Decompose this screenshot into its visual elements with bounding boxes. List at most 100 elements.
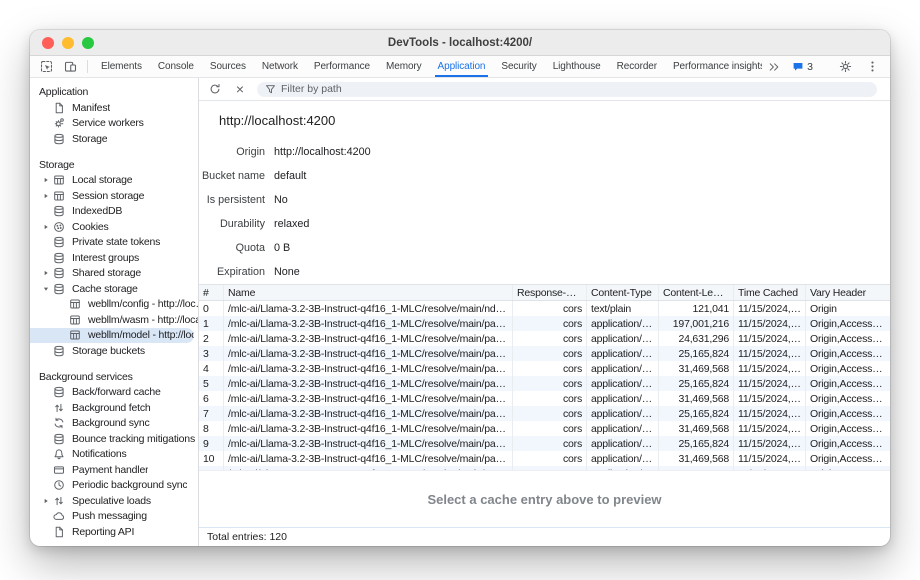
- cell-: 7: [199, 406, 224, 421]
- column-header-content-length[interactable]: Content-Length: [659, 285, 734, 300]
- tab-memory[interactable]: Memory: [378, 56, 430, 77]
- tab-performance-insights[interactable]: Performance insights: [665, 56, 762, 77]
- table-row[interactable]: 7/mlc-ai/Llama-3.2-3B-Instruct-q4f16_1-M…: [199, 406, 890, 421]
- sidebar-item-local-storage[interactable]: Local storage: [30, 173, 198, 189]
- column-header-response-type[interactable]: Response-Type: [513, 285, 587, 300]
- sidebar-item-reporting-api[interactable]: Reporting API: [30, 524, 198, 540]
- table-row[interactable]: 6/mlc-ai/Llama-3.2-3B-Instruct-q4f16_1-M…: [199, 391, 890, 406]
- cell-response-type: cors: [513, 451, 587, 466]
- tab-recorder[interactable]: Recorder: [609, 56, 665, 77]
- more-tabs-button[interactable]: [762, 61, 786, 73]
- cell-text: cors: [563, 438, 582, 450]
- field-value: None: [274, 266, 300, 278]
- expand-arrow-icon[interactable]: [39, 176, 52, 184]
- expand-arrow-icon[interactable]: [39, 285, 52, 293]
- cell-text: 121,041: [692, 303, 729, 315]
- sidebar-item-manifest[interactable]: Manifest: [30, 100, 198, 116]
- table-row[interactable]: 9/mlc-ai/Llama-3.2-3B-Instruct-q4f16_1-M…: [199, 436, 890, 451]
- sidebar-item-notifications[interactable]: Notifications: [30, 447, 198, 463]
- expand-arrow-icon[interactable]: [39, 497, 52, 505]
- column-header-time-cached[interactable]: Time Cached: [734, 285, 806, 300]
- cell-vary-header: Origin,Access…: [806, 346, 890, 361]
- sidebar-item-push-messaging[interactable]: Push messaging: [30, 509, 198, 525]
- table-row[interactable]: 8/mlc-ai/Llama-3.2-3B-Instruct-q4f16_1-M…: [199, 421, 890, 436]
- expand-arrow-icon[interactable]: [39, 223, 52, 231]
- tab-lighthouse[interactable]: Lighthouse: [545, 56, 609, 77]
- sidebar-item-webllm-config-http-loc[interactable]: webllm/config - http://loc…: [30, 297, 198, 313]
- issues-button[interactable]: 3: [789, 61, 816, 73]
- sidebar-item-cache-storage[interactable]: Cache storage: [30, 281, 198, 297]
- sidebar-item-payment-handler[interactable]: Payment handler: [30, 462, 198, 478]
- sidebar-item-bounce-tracking-mitigations[interactable]: Bounce tracking mitigations: [30, 431, 198, 447]
- maximize-window-button[interactable]: [82, 37, 94, 49]
- tab-console[interactable]: Console: [150, 56, 202, 77]
- expand-arrow-icon[interactable]: [39, 269, 52, 277]
- tab-elements[interactable]: Elements: [93, 56, 150, 77]
- cell-text: application/oc…: [591, 363, 654, 375]
- window-titlebar[interactable]: DevTools - localhost:4200/: [30, 30, 890, 56]
- sidebar-item-private-state-tokens[interactable]: Private state tokens: [30, 235, 198, 251]
- sidebar-item-indexeddb[interactable]: IndexedDB: [30, 204, 198, 220]
- sidebar-item-periodic-background-sync[interactable]: Periodic background sync: [30, 478, 198, 494]
- table-row[interactable]: 2/mlc-ai/Llama-3.2-3B-Instruct-q4f16_1-M…: [199, 331, 890, 346]
- column-header-label: Time Cached: [738, 287, 798, 299]
- tab-application[interactable]: Application: [430, 56, 494, 77]
- cell-content-length: 31,469,568: [659, 421, 734, 436]
- delete-selected-button[interactable]: ×: [228, 81, 252, 97]
- tab-network[interactable]: Network: [254, 56, 306, 77]
- more-options-button[interactable]: [860, 60, 884, 73]
- status-bar: Total entries: 120: [199, 527, 890, 546]
- sidebar-item-service-workers[interactable]: Service workers: [30, 116, 198, 132]
- sidebar-item-shared-storage[interactable]: Shared storage: [30, 266, 198, 282]
- column-header-content-type[interactable]: Content-Type: [587, 285, 659, 300]
- database-icon: [52, 433, 66, 445]
- tab-sources[interactable]: Sources: [202, 56, 254, 77]
- sidebar-item-background-sync[interactable]: Background sync: [30, 416, 198, 432]
- close-window-button[interactable]: [42, 37, 54, 49]
- sidebar-item-background-fetch[interactable]: Background fetch: [30, 400, 198, 416]
- sidebar-item-speculative-loads[interactable]: Speculative loads: [30, 493, 198, 509]
- cell-time-cached: 11/15/2024, 10…: [734, 316, 806, 331]
- table-row[interactable]: 3/mlc-ai/Llama-3.2-3B-Instruct-q4f16_1-M…: [199, 346, 890, 361]
- column-header-[interactable]: #: [199, 285, 224, 300]
- column-header-name[interactable]: Name: [224, 285, 513, 300]
- sidebar-item-storage[interactable]: Storage: [30, 131, 198, 147]
- cell-text: cors: [563, 333, 582, 345]
- cell-text: application/oc…: [591, 408, 654, 420]
- cell-text: /mlc-ai/Llama-3.2-3B-Instruct-q4f16_1-ML…: [228, 393, 508, 405]
- cell-content-length: 24,631,296: [659, 331, 734, 346]
- table-row[interactable]: 0/mlc-ai/Llama-3.2-3B-Instruct-q4f16_1-M…: [199, 301, 890, 316]
- table-row[interactable]: 1/mlc-ai/Llama-3.2-3B-Instruct-q4f16_1-M…: [199, 316, 890, 331]
- expand-arrow-icon[interactable]: [39, 192, 52, 200]
- sidebar-item-webllm-model-http-loc[interactable]: webllm/model - http://loc…: [30, 328, 194, 344]
- sidebar-item-cookies[interactable]: Cookies: [30, 219, 198, 235]
- column-header-label: Content-Type: [591, 287, 652, 299]
- cell-name: /mlc-ai/Llama-3.2-3B-Instruct-q4f16_1-ML…: [224, 346, 513, 361]
- cell-text: 25,165,824: [678, 438, 729, 450]
- inspect-element-button[interactable]: [34, 56, 58, 77]
- sidebar-item-webllm-wasm-http-loca[interactable]: webllm/wasm - http://loca…: [30, 312, 198, 328]
- filter-input[interactable]: [281, 83, 869, 95]
- sidebar-item-back-forward-cache[interactable]: Back/forward cache: [30, 385, 198, 401]
- devtools-tabbar: ElementsConsoleSourcesNetworkPerformance…: [30, 56, 890, 78]
- field-value: default: [274, 170, 306, 182]
- minimize-window-button[interactable]: [62, 37, 74, 49]
- sidebar-item-session-storage[interactable]: Session storage: [30, 188, 198, 204]
- devtools-window: DevTools - localhost:4200/ ElementsConso…: [30, 30, 890, 546]
- tab-security[interactable]: Security: [493, 56, 544, 77]
- refresh-button[interactable]: [203, 83, 227, 95]
- settings-gear-button[interactable]: [833, 60, 857, 73]
- grid-icon: [68, 314, 82, 326]
- device-toolbar-button[interactable]: [58, 56, 82, 77]
- table-row[interactable]: 4/mlc-ai/Llama-3.2-3B-Instruct-q4f16_1-M…: [199, 361, 890, 376]
- preview-pane: Select a cache entry above to preview: [199, 470, 890, 527]
- sidebar-item-interest-groups[interactable]: Interest groups: [30, 250, 198, 266]
- column-header-vary-header[interactable]: Vary Header: [806, 285, 890, 300]
- sidebar-item-storage-buckets[interactable]: Storage buckets: [30, 343, 198, 359]
- sidebar-item-label: Private state tokens: [72, 236, 160, 248]
- tab-performance[interactable]: Performance: [306, 56, 378, 77]
- cell-time-cached: 11/15/2024, 10…: [734, 391, 806, 406]
- cell-text: 11/15/2024, 10…: [738, 423, 801, 435]
- table-row[interactable]: 5/mlc-ai/Llama-3.2-3B-Instruct-q4f16_1-M…: [199, 376, 890, 391]
- table-row[interactable]: 10/mlc-ai/Llama-3.2-3B-Instruct-q4f16_1-…: [199, 451, 890, 466]
